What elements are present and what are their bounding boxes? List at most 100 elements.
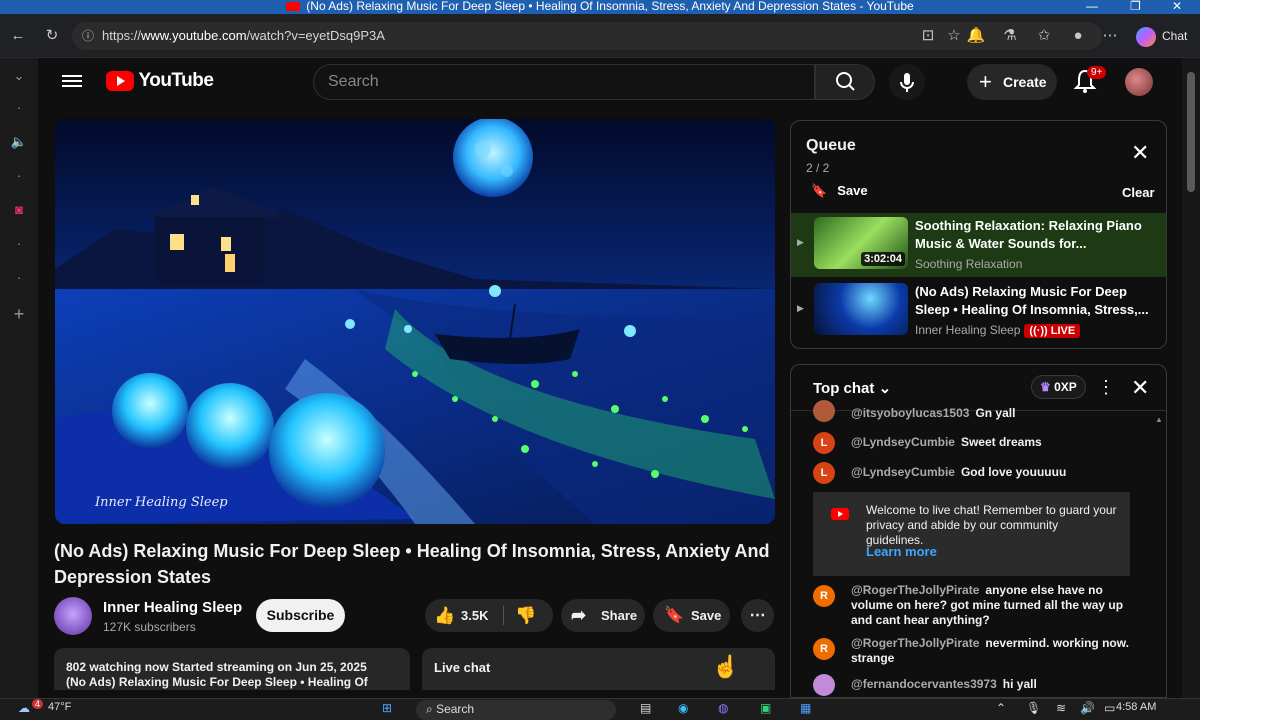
queue-item-title[interactable]: (No Ads) Relaxing Music For Deep Sleep •… [915,283,1155,319]
chevron-down-icon[interactable]: ⌄ [9,66,29,86]
profile-icon[interactable]: ● [1068,26,1088,46]
search-input[interactable] [314,65,794,99]
temperature[interactable]: 47°F [48,701,71,713]
learn-more-link[interactable]: Learn more [866,544,937,559]
address-bar[interactable]: ⓘ https://www.youtube.com/watch?v=eyetDs… [72,22,1102,50]
taskbar-search[interactable]: ⌕ Search [416,700,616,720]
chat-author[interactable]: @fernandocervantes3973 [851,677,997,691]
sidebar-dot-icon-2[interactable]: · [9,234,29,254]
queue-item-title[interactable]: Soothing Relaxation: Relaxing Piano Musi… [915,217,1155,253]
tab-action-icon[interactable]: ⊡ [918,26,938,46]
chat-text: Sweet dreams [960,435,1042,449]
chat-avatar[interactable]: L [813,432,835,454]
file-explorer-icon[interactable]: ▤ [640,701,651,715]
chat-more-icon[interactable]: ⋮ [1097,377,1115,398]
welcome-banner: Welcome to live chat! Remember to guard … [813,492,1130,576]
chat-author[interactable]: @LyndseyCumbie [851,435,955,449]
back-icon[interactable]: ← [8,26,28,46]
chat-avatar[interactable]: R [813,638,835,660]
speaker-icon[interactable]: 🔈 [9,132,29,152]
menu-hamburger-icon[interactable] [62,72,82,92]
minimize-button[interactable]: — [1086,0,1098,12]
share-icon: ➦ [571,605,587,625]
xp-badge[interactable]: ♛ 0XP [1031,375,1086,399]
chat-author[interactable]: @itsyoboylucas1503 [851,406,969,420]
youtube-logo[interactable]: YouTube [106,70,214,94]
chat-avatar[interactable]: L [813,462,835,484]
channel-name[interactable]: Inner Healing Sleep [103,599,242,616]
instagram-icon[interactable]: ◙ [9,200,29,220]
queue-item[interactable]: ▶ 3:02:04 Soothing Relaxation: Relaxing … [791,213,1166,277]
volume-icon[interactable]: 🔊 [1080,701,1095,715]
close-chat-icon[interactable]: ✕ [1131,375,1149,401]
discord-icon[interactable]: ◍ [718,701,728,715]
windows-start-icon[interactable]: ⊞ [382,701,392,715]
subscribe-button[interactable]: Subscribe [256,599,345,632]
sidebar-search-icon[interactable]: · [9,98,29,118]
queue-thumbnail[interactable]: 3:02:04 [814,217,908,269]
notification-icon[interactable]: 🔔 [966,26,986,46]
voice-search-button[interactable] [889,64,925,100]
refresh-icon[interactable]: ↻ [42,26,62,46]
add-icon[interactable]: + [9,304,29,324]
weather-icon[interactable]: ☁ [18,701,30,715]
chat-scroll-up-icon[interactable]: ▲ [1155,415,1163,424]
site-info-icon[interactable]: ⓘ [78,26,98,46]
tray-chevron-icon[interactable]: ⌃ [996,701,1006,715]
chat-author[interactable]: @RogerTheJollyPirate [851,583,979,597]
user-avatar[interactable] [1125,68,1153,96]
chat-avatar[interactable] [813,674,835,696]
chat-avatar[interactable]: R [813,585,835,607]
url-text[interactable]: https://www.youtube.com/watch?v=eyetDsq9… [102,28,385,43]
close-window-button[interactable]: ✕ [1172,0,1182,12]
copilot-chat-button[interactable]: Chat [1130,20,1193,52]
queue-save-button[interactable]: 🔖 Save [811,183,868,199]
sidebar-dot-icon-3[interactable]: · [9,268,29,288]
video-player[interactable]: Inner Healing Sleep [55,119,775,524]
battery-icon[interactable]: ▭ [1104,701,1115,715]
search-button[interactable] [815,64,875,100]
search-box[interactable] [313,64,815,100]
sidebar-dot-icon[interactable]: · [9,166,29,186]
dislike-icon[interactable]: 👎 [515,599,536,632]
favorite-star-icon[interactable]: ☆ [944,26,964,46]
chat-header: Top chat ⌄ ♛ 0XP ⋮ ✕ [791,365,1166,411]
close-queue-icon[interactable]: ✕ [1131,142,1149,164]
app-icon[interactable]: ▣ [760,701,771,715]
like-count[interactable]: 3.5K [461,599,488,632]
search-icon: ⌕ [426,702,433,716]
chat-author[interactable]: @RogerTheJollyPirate [851,636,979,650]
more-actions-button[interactable]: ⋯ [741,599,774,632]
youtube-play-icon [106,71,134,91]
store-icon[interactable]: ▦ [800,701,811,715]
drag-handle-icon[interactable]: ▶ [797,303,804,314]
like-icon[interactable]: 👍 [434,599,455,632]
scrollbar-thumb[interactable] [1187,72,1195,192]
queue-clear-button[interactable]: Clear [1122,185,1155,200]
save-button[interactable]: 🔖 Save [653,599,730,632]
extension-icon[interactable]: ⚗ [1000,26,1020,46]
chat-author[interactable]: @LyndseyCumbie [851,465,955,479]
mic-tray-icon[interactable]: 🎙 [1026,701,1041,715]
share-button[interactable]: ➦ Share [561,599,645,632]
queue-thumbnail[interactable] [814,283,908,335]
description-box[interactable]: 802 watching now Started streaming on Ju… [54,648,410,690]
wifi-icon[interactable]: ≋ [1056,701,1066,715]
channel-avatar[interactable] [54,597,92,635]
video-watermark: Inner Healing Sleep [95,495,228,510]
subscriber-count: 127K subscribers [103,620,196,634]
youtube-header: YouTube +Create 9+ [38,58,1200,106]
favorites-icon[interactable]: ✩ [1034,26,1054,46]
clock[interactable]: 4:58 AM [1116,701,1156,713]
page-scrollbar[interactable] [1182,58,1200,698]
more-menu-icon[interactable]: ⋯ [1100,26,1120,46]
queue-item[interactable]: ▶ (No Ads) Relaxing Music For Deep Sleep… [791,279,1166,343]
chat-text: hi yall [1002,677,1037,691]
maximize-button[interactable]: ❐ [1130,0,1141,12]
edge-icon[interactable]: ◉ [678,701,688,715]
divider [503,606,504,625]
chat-avatar[interactable] [813,400,835,422]
create-button[interactable]: + Create [967,64,1057,100]
chat-message: R @RogerTheJollyPirate anyone else have n… [813,583,1143,628]
top-chat-dropdown[interactable]: Top chat ⌄ [813,379,891,397]
